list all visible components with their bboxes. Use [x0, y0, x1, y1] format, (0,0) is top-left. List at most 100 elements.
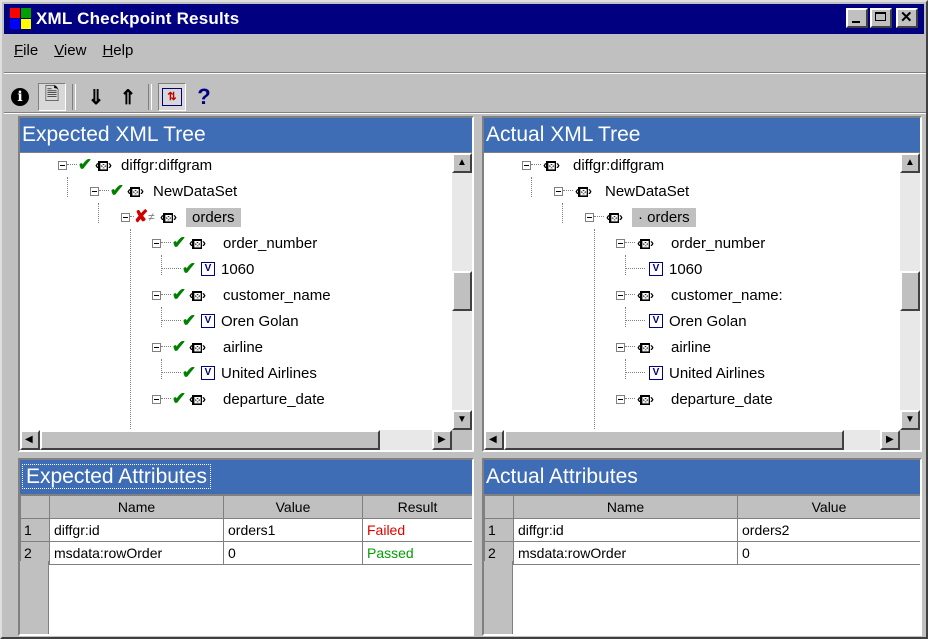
scroll-thumb[interactable]: [40, 430, 380, 450]
attr-result-cell[interactable]: Failed: [362, 518, 472, 542]
table-row[interactable]: 2 msdata:rowOrder 0 Passed: [20, 541, 472, 565]
scroll-up-button[interactable]: ▲: [900, 153, 920, 173]
scroll-thumb[interactable]: [452, 271, 472, 311]
scroll-down-button[interactable]: ▼: [900, 410, 920, 430]
table-row[interactable]: 2 msdata:rowOrder 0: [484, 541, 920, 565]
attr-name-cell[interactable]: msdata:rowOrder: [513, 541, 738, 565]
attr-value-cell[interactable]: orders1: [223, 518, 363, 542]
column-header[interactable]: Value: [223, 495, 363, 519]
tree-node[interactable]: ✔ ‹ ⊠ › departure_date: [152, 387, 325, 411]
attr-result-cell[interactable]: Passed: [362, 541, 472, 565]
info-button[interactable]: i: [6, 83, 34, 111]
collapse-icon[interactable]: [585, 212, 594, 222]
minimize-button[interactable]: [846, 8, 868, 28]
collapse-icon[interactable]: [152, 342, 161, 352]
previous-mismatch-button[interactable]: ⇑: [114, 83, 142, 111]
collapse-icon[interactable]: [554, 186, 563, 196]
scroll-left-button[interactable]: ◀: [484, 430, 504, 450]
column-header[interactable]: Value: [737, 495, 920, 519]
collapse-icon[interactable]: [152, 394, 161, 404]
row-number[interactable]: 1: [20, 518, 50, 542]
collapse-icon[interactable]: [58, 160, 67, 170]
expected-tree-hscrollbar[interactable]: ◀ ▶: [20, 430, 452, 450]
scroll-left-button[interactable]: ◀: [20, 430, 40, 450]
tree-node[interactable]: ✔ V Oren Golan: [161, 309, 299, 333]
collapse-icon[interactable]: [121, 212, 130, 222]
tree-node[interactable]: ✔ ‹ ⊠ › NewDataSet: [90, 179, 237, 203]
attr-name-cell[interactable]: diffgr:id: [49, 518, 224, 542]
scroll-corner: [452, 430, 472, 450]
properties-button[interactable]: 🗎: [38, 83, 66, 111]
tree-node[interactable]: ‹ ⊠ › departure_date: [616, 387, 773, 411]
maximize-button[interactable]: [870, 8, 892, 28]
actual-tree-view[interactable]: ‹ ⊠ › diffgr:diffgram ‹ ⊠ › NewDataSet ‹ ⊠ › ·…: [484, 153, 900, 430]
table-row[interactable]: 1 diffgr:id orders1 Failed: [20, 518, 472, 542]
tree-node[interactable]: ✘ ≠ ‹ ⊠ › orders: [121, 205, 241, 229]
collapse-icon[interactable]: [616, 238, 625, 248]
menu-file-key: F: [14, 41, 24, 59]
scroll-right-button[interactable]: ▶: [432, 430, 452, 450]
table-row[interactable]: 1 diffgr:id orders2: [484, 518, 920, 542]
node-label: diffgr:diffgram: [121, 156, 213, 174]
scroll-corner: [900, 430, 920, 450]
tree-node[interactable]: ✔ V 1060: [161, 257, 254, 281]
tree-node[interactable]: ✔ ‹ ⊠ › customer_name: [152, 283, 331, 307]
tree-node[interactable]: V Oren Golan: [625, 309, 747, 333]
corner-cell[interactable]: [484, 495, 514, 519]
scroll-right-button[interactable]: ▶: [880, 430, 900, 450]
attr-name-cell[interactable]: msdata:rowOrder: [49, 541, 224, 565]
column-header[interactable]: Name: [513, 495, 738, 519]
actual-tree-vscrollbar[interactable]: ▲ ▼: [900, 153, 920, 430]
node-label-selected: orders: [186, 207, 241, 227]
tree-node[interactable]: ‹ ⊠ › order_number: [616, 231, 765, 255]
tree-node[interactable]: ✔ ‹ ⊠ › airline: [152, 335, 263, 359]
expected-tree-view[interactable]: ✔ ‹ ⊠ › diffgr:diffgram ✔ ‹ ⊠ › NewDataSet ✘…: [20, 153, 452, 430]
column-header[interactable]: Result: [362, 495, 472, 519]
title-bar[interactable]: XML Checkpoint Results ✕: [4, 4, 924, 34]
node-label: 1060: [669, 260, 703, 278]
close-button[interactable]: ✕: [896, 8, 918, 28]
attr-value-cell[interactable]: orders2: [737, 518, 920, 542]
expected-tree-vscrollbar[interactable]: ▲ ▼: [452, 153, 472, 430]
row-number[interactable]: 1: [484, 518, 514, 542]
attr-value-cell[interactable]: 0: [223, 541, 363, 565]
tree-node[interactable]: ‹ ⊠ › · orders: [585, 205, 696, 229]
column-header[interactable]: Name: [49, 495, 224, 519]
tree-node[interactable]: V United Airlines: [625, 361, 765, 385]
tree-node[interactable]: ‹ ⊠ › diffgr:diffgram: [522, 153, 664, 177]
collapse-icon[interactable]: [616, 394, 625, 404]
tree-node[interactable]: V 1060: [625, 257, 702, 281]
tree-node[interactable]: ✔ ‹ ⊠ › order_number: [152, 231, 317, 255]
scroll-up-button[interactable]: ▲: [452, 153, 472, 173]
collapse-icon[interactable]: [152, 290, 161, 300]
scroll-thumb[interactable]: [900, 271, 920, 311]
collapse-icon[interactable]: [616, 342, 625, 352]
menu-help[interactable]: Help: [94, 42, 141, 59]
collapse-icon[interactable]: [152, 238, 161, 248]
actual-tree-hscrollbar[interactable]: ◀ ▶: [484, 430, 900, 450]
collapse-icon[interactable]: [616, 290, 625, 300]
tree-node[interactable]: ‹ ⊠ › airline: [616, 335, 711, 359]
collapse-icon[interactable]: [90, 186, 99, 196]
help-button[interactable]: ?: [190, 83, 218, 111]
value-icon: V: [201, 262, 215, 276]
next-mismatch-button[interactable]: ⇓: [82, 83, 110, 111]
tree-node[interactable]: ‹ ⊠ › NewDataSet: [554, 179, 689, 203]
node-label: customer_name: [223, 286, 331, 304]
synchronize-button[interactable]: ⇅: [158, 83, 186, 111]
scroll-thumb[interactable]: [504, 430, 844, 450]
corner-cell[interactable]: [20, 495, 50, 519]
attr-value-cell[interactable]: 0: [737, 541, 920, 565]
scroll-down-button[interactable]: ▼: [452, 410, 472, 430]
element-icon: ‹ ⊠ ›: [127, 184, 144, 198]
maximize-icon: [875, 12, 886, 21]
node-label: departure_date: [223, 390, 325, 408]
collapse-icon[interactable]: [522, 160, 531, 170]
tree-node[interactable]: ✔ ‹ ⊠ › diffgr:diffgram: [58, 153, 212, 177]
attr-name-cell[interactable]: diffgr:id: [513, 518, 738, 542]
menu-file[interactable]: File: [6, 42, 46, 59]
menu-view[interactable]: View: [46, 42, 94, 59]
tree-node[interactable]: ✔ V United Airlines: [161, 361, 317, 385]
tree-node[interactable]: ‹ ⊠ › customer_name:: [616, 283, 783, 307]
app-icon[interactable]: [10, 8, 32, 30]
